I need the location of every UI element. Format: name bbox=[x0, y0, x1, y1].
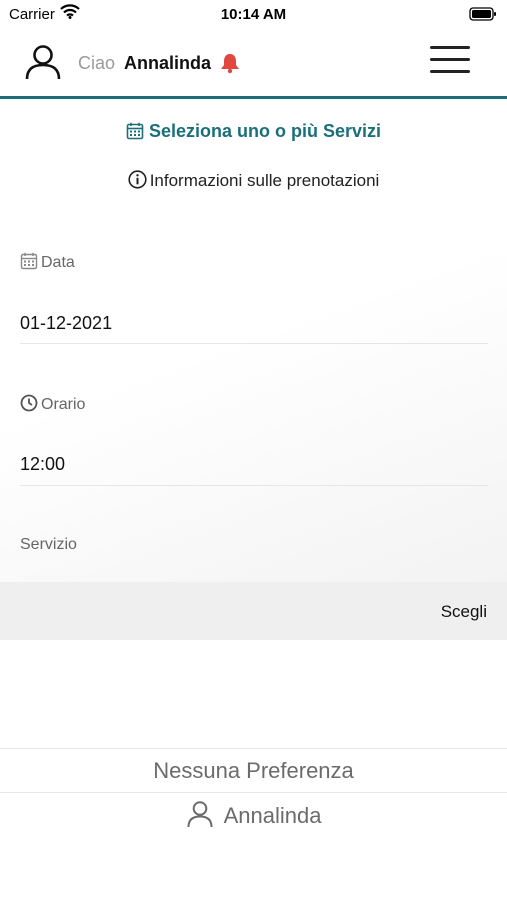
preference-divider bbox=[0, 748, 507, 749]
booking-info-link[interactable]: Informazioni sulle prenotazioni bbox=[0, 170, 507, 191]
service-select-row[interactable]: Scegli bbox=[0, 582, 507, 640]
time-label-text: Orario bbox=[41, 396, 86, 413]
status-time: 10:14 AM bbox=[220, 6, 287, 23]
time-label: Orario bbox=[20, 394, 85, 414]
preference-divider bbox=[0, 792, 507, 793]
app-header: Ciao Annalinda bbox=[0, 28, 507, 99]
service-label: Servizio bbox=[20, 536, 77, 553]
person-icon bbox=[187, 801, 213, 828]
clock-icon bbox=[20, 394, 38, 412]
date-divider bbox=[20, 343, 488, 344]
date-label-text: Data bbox=[41, 254, 75, 271]
time-field[interactable]: 12:00 bbox=[20, 454, 65, 475]
greeting-user-name: Annalinda bbox=[124, 53, 212, 73]
select-services-label: Seleziona uno o più Servizi bbox=[148, 121, 382, 141]
greeting-prefix: Ciao bbox=[78, 53, 116, 73]
notification-bell-icon[interactable] bbox=[219, 52, 241, 79]
status-bar: Carrier 10:14 AM bbox=[0, 0, 507, 28]
no-preference-option[interactable]: Nessuna Preferenza bbox=[0, 758, 507, 784]
choose-service-button[interactable]: Scegli bbox=[441, 602, 487, 622]
booking-info-label: Informazioni sulle prenotazioni bbox=[149, 171, 380, 190]
select-services-link[interactable]: Seleziona uno o più Servizi bbox=[0, 121, 507, 142]
user-preference-label: Annalinda bbox=[223, 803, 322, 828]
calendar-icon bbox=[126, 122, 144, 140]
time-divider bbox=[20, 485, 488, 486]
user-preference-option[interactable]: Annalinda bbox=[0, 800, 507, 829]
info-icon bbox=[128, 170, 147, 189]
date-field[interactable]: 01-12-2021 bbox=[20, 313, 112, 334]
calendar-icon bbox=[20, 252, 38, 270]
greeting: Ciao Annalinda bbox=[78, 53, 211, 74]
battery-icon bbox=[469, 7, 497, 26]
user-profile-icon[interactable] bbox=[24, 44, 62, 85]
date-label: Data bbox=[20, 252, 75, 272]
hamburger-menu-icon[interactable] bbox=[430, 46, 472, 76]
